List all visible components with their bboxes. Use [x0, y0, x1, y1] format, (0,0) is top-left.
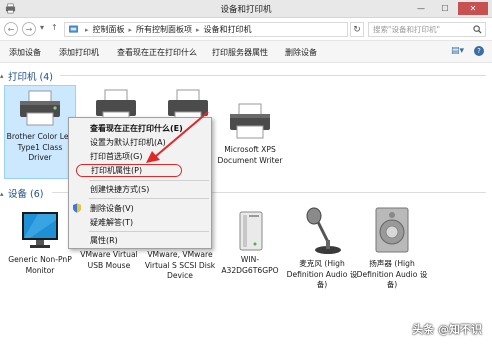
- watermark: 头条 @知不识: [412, 323, 482, 336]
- annotation-arrow: [146, 111, 209, 163]
